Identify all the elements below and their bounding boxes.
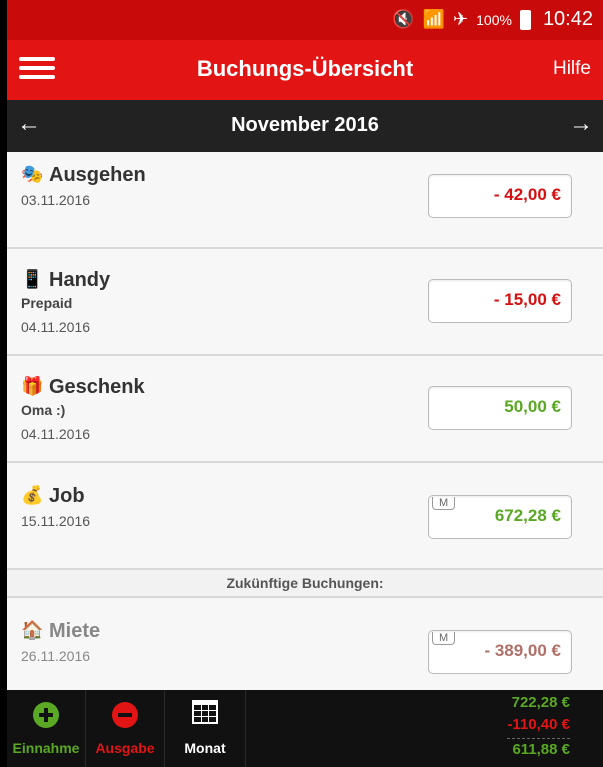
transaction-name: Miete <box>49 620 101 642</box>
plus-icon <box>33 702 59 728</box>
money-bag-icon: 💰 <box>21 485 44 505</box>
monthly-badge: M <box>432 632 456 645</box>
transaction-name: Geschenk <box>49 376 145 398</box>
future-transaction-row[interactable]: 🏠 Miete 26.11.2016 M - 389,00 € <box>7 598 603 695</box>
app-screen: 🔇 📶 ✈ 100% 10:42 Buchungs-Übersicht Hilf… <box>7 0 603 767</box>
transaction-amount: 50,00 € <box>504 397 561 416</box>
mobile-phone-icon: 📱 <box>21 269 44 289</box>
transaction-note: Oma :) <box>21 402 66 418</box>
next-month-arrow-icon[interactable]: → <box>569 110 593 138</box>
airplane-icon: ✈ <box>453 9 469 29</box>
transaction-row[interactable]: 🎭 Ausgehen 03.11.2016 - 42,00 € <box>7 152 603 249</box>
mute-icon: 🔇 <box>392 9 415 29</box>
amount-field[interactable]: 50,00 € <box>428 386 572 430</box>
transaction-row[interactable]: 🎁 Geschenk Oma :) 04.11.2016 50,00 € <box>7 356 603 463</box>
amount-field[interactable]: - 42,00 € <box>428 174 572 218</box>
transaction-name: Ausgehen <box>49 164 146 186</box>
amount-field[interactable]: M 672,28 € <box>428 495 572 539</box>
transaction-amount: - 389,00 € <box>484 641 561 660</box>
wifi-icon: 📶 <box>422 9 446 29</box>
expense-label: Ausgabe <box>95 740 155 756</box>
transaction-date: 15.11.2016 <box>21 513 91 529</box>
transaction-date: 26.11.2016 <box>21 648 91 664</box>
app-bar: Buchungs-Übersicht Hilfe <box>7 40 603 100</box>
month-button[interactable]: Monat <box>165 690 246 767</box>
transaction-date: 03.11.2016 <box>21 192 91 208</box>
transaction-row[interactable]: 💰 Job 15.11.2016 M 672,28 € <box>7 463 603 570</box>
battery-icon <box>519 9 531 30</box>
month-navigation: ← November 2016 → <box>7 100 603 154</box>
transaction-amount: 672,28 € <box>494 506 561 525</box>
future-bookings-header: Zukünftige Buchungen: <box>7 570 603 598</box>
clock: 10:42 <box>542 8 593 30</box>
transaction-note: Prepaid <box>21 295 73 311</box>
status-bar: 🔇 📶 ✈ 100% 10:42 <box>7 0 603 40</box>
page-title: Buchungs-Übersicht <box>196 56 414 81</box>
transaction-amount: - 42,00 € <box>493 185 561 204</box>
transaction-name: Handy <box>49 269 111 291</box>
total-expense: -110,40 € <box>507 716 570 733</box>
amount-field[interactable]: - 15,00 € <box>428 279 572 323</box>
transaction-date: 04.11.2016 <box>21 319 91 335</box>
add-expense-button[interactable]: Ausgabe <box>86 690 165 767</box>
battery-percent: 100% <box>476 11 512 28</box>
add-income-button[interactable]: Einnahme <box>7 690 86 767</box>
calendar-icon <box>192 700 218 724</box>
amount-field[interactable]: M - 389,00 € <box>428 630 572 674</box>
transaction-date: 04.11.2016 <box>21 426 91 442</box>
house-icon: 🏠 <box>21 620 44 640</box>
transaction-row[interactable]: 📱 Handy Prepaid 04.11.2016 - 15,00 € <box>7 249 603 356</box>
gift-icon: 🎁 <box>21 376 44 396</box>
transaction-list: 🎭 Ausgehen 03.11.2016 - 42,00 € 📱 Handy … <box>7 152 603 695</box>
transaction-name: Job <box>49 485 85 507</box>
month-title: November 2016 <box>231 114 379 136</box>
status-icons: 🔇 📶 ✈ 100% 10:42 <box>392 8 593 31</box>
masks-icon: 🎭 <box>21 164 44 184</box>
month-label: Monat <box>184 740 226 756</box>
totals-summary: 722,28 € -110,40 € 611,88 € <box>507 692 570 761</box>
transaction-amount: - 15,00 € <box>493 290 561 309</box>
monthly-badge: M <box>432 497 456 510</box>
total-income: 722,28 € <box>511 694 570 711</box>
balance: 611,88 € <box>507 738 570 761</box>
minus-icon <box>112 702 138 728</box>
income-label: Einnahme <box>12 740 80 756</box>
help-button[interactable]: Hilfe <box>553 58 591 80</box>
bottom-bar: Einnahme Ausgabe Monat 722,28 € -110,40 … <box>7 690 603 767</box>
